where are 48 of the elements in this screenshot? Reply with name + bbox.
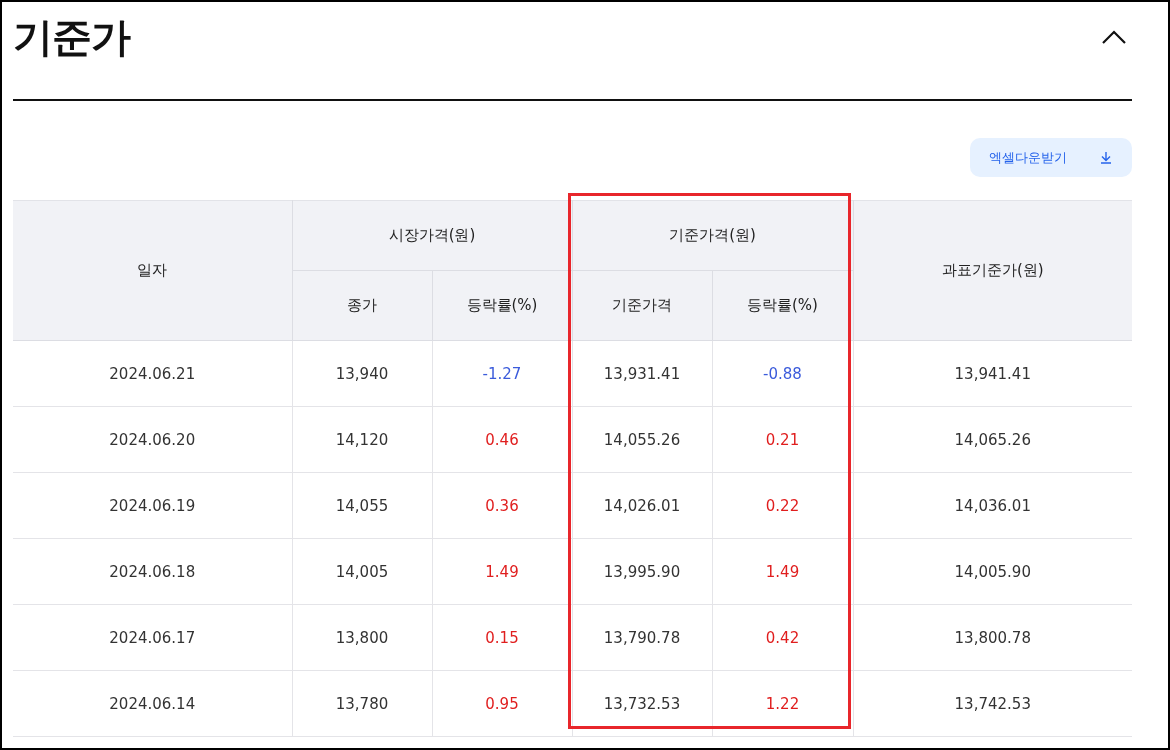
column-header: 종가 <box>292 270 432 341</box>
table-cell: 14,055.26 <box>572 406 712 473</box>
table-cell: 13,732.53 <box>572 670 712 737</box>
column-group-header: 기준가격(원) <box>572 200 853 271</box>
table-cell: 2024.06.18 <box>13 538 292 605</box>
table-cell: 14,036.01 <box>853 472 1132 539</box>
column-group-header: 시장가격(원) <box>292 200 572 271</box>
column-header: 과표기준가(원) <box>853 200 1132 341</box>
table-cell: -0.88 <box>712 340 853 407</box>
table-cell: 13,940 <box>292 340 432 407</box>
table-cell: 0.36 <box>432 472 572 539</box>
table-cell: 13,800 <box>292 604 432 671</box>
column-header: 등락률(%) <box>432 270 572 341</box>
table-cell: 13,780 <box>292 670 432 737</box>
table-cell: 1.49 <box>432 538 572 605</box>
table-cell: 14,026.01 <box>572 472 712 539</box>
table-cell: 14,065.26 <box>853 406 1132 473</box>
chevron-up-icon <box>1102 30 1126 44</box>
table-cell: 0.95 <box>432 670 572 737</box>
section-title: 기준가 <box>13 12 130 62</box>
table-cell: 0.42 <box>712 604 853 671</box>
table-cell: 13,800.78 <box>853 604 1132 671</box>
table-cell: 13,941.41 <box>853 340 1132 407</box>
table-cell: 0.22 <box>712 472 853 539</box>
table-cell: 2024.06.19 <box>13 472 292 539</box>
table-cell: 2024.06.17 <box>13 604 292 671</box>
table-cell: 2024.06.14 <box>13 670 292 737</box>
table-cell: 2024.06.20 <box>13 406 292 473</box>
table-cell: 13,790.78 <box>572 604 712 671</box>
column-header: 일자 <box>13 200 292 341</box>
column-header: 등락률(%) <box>712 270 853 341</box>
table-cell: 0.15 <box>432 604 572 671</box>
excel-download-button[interactable]: 엑셀다운받기 <box>970 138 1132 177</box>
table-cell: 13,931.41 <box>572 340 712 407</box>
column-header: 기준가격 <box>572 270 712 341</box>
table-cell: 2024.06.21 <box>13 340 292 407</box>
table-cell: 13,742.53 <box>853 670 1132 737</box>
table-cell: 0.46 <box>432 406 572 473</box>
table-cell: 14,005.90 <box>853 538 1132 605</box>
table-cell: 13,995.90 <box>572 538 712 605</box>
table-cell: -1.27 <box>432 340 572 407</box>
table-cell: 14,005 <box>292 538 432 605</box>
table-cell: 1.22 <box>712 670 853 737</box>
table-cell: 1.49 <box>712 538 853 605</box>
table-cell: 0.21 <box>712 406 853 473</box>
table-cell: 14,120 <box>292 406 432 473</box>
table-cell: 14,055 <box>292 472 432 539</box>
download-icon <box>1100 151 1112 164</box>
